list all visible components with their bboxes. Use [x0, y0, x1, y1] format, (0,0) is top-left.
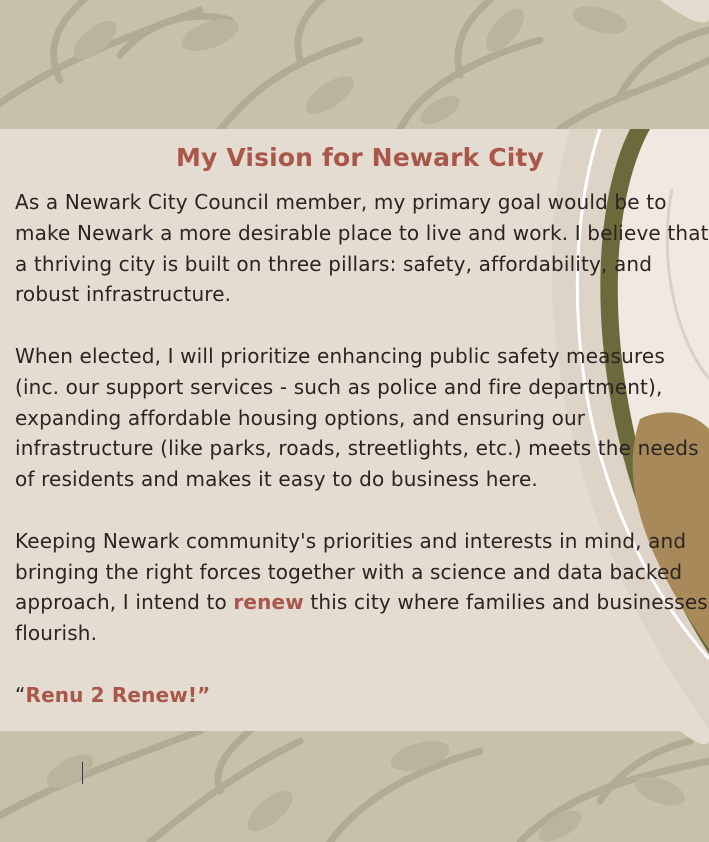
bottom-decorative-band	[0, 731, 709, 842]
paragraph-intro: As a Newark City Council member, my prim…	[15, 190, 709, 307]
renew-highlight: renew	[233, 590, 304, 615]
paragraph-priorities: When elected, I will prioritize enhancin…	[15, 343, 699, 492]
slogan: “Renu 2 Renew!”	[15, 680, 709, 711]
top-decorative-band	[0, 0, 709, 129]
vision-text-block: My Vision for Newark City As a Newark Ci…	[15, 129, 709, 711]
leaf-pattern-icon	[0, 0, 709, 129]
slogan-open-quote: “	[15, 682, 26, 707]
content-panel: My Vision for Newark City As a Newark Ci…	[0, 129, 709, 731]
paragraph-closing: Keeping Newark community's priorities an…	[15, 526, 709, 649]
slogan-text: Renu 2 Renew!”	[25, 682, 211, 707]
leaf-pattern-icon	[0, 731, 709, 842]
page-title: My Vision for Newark City	[176, 143, 544, 172]
text-cursor	[82, 762, 83, 784]
